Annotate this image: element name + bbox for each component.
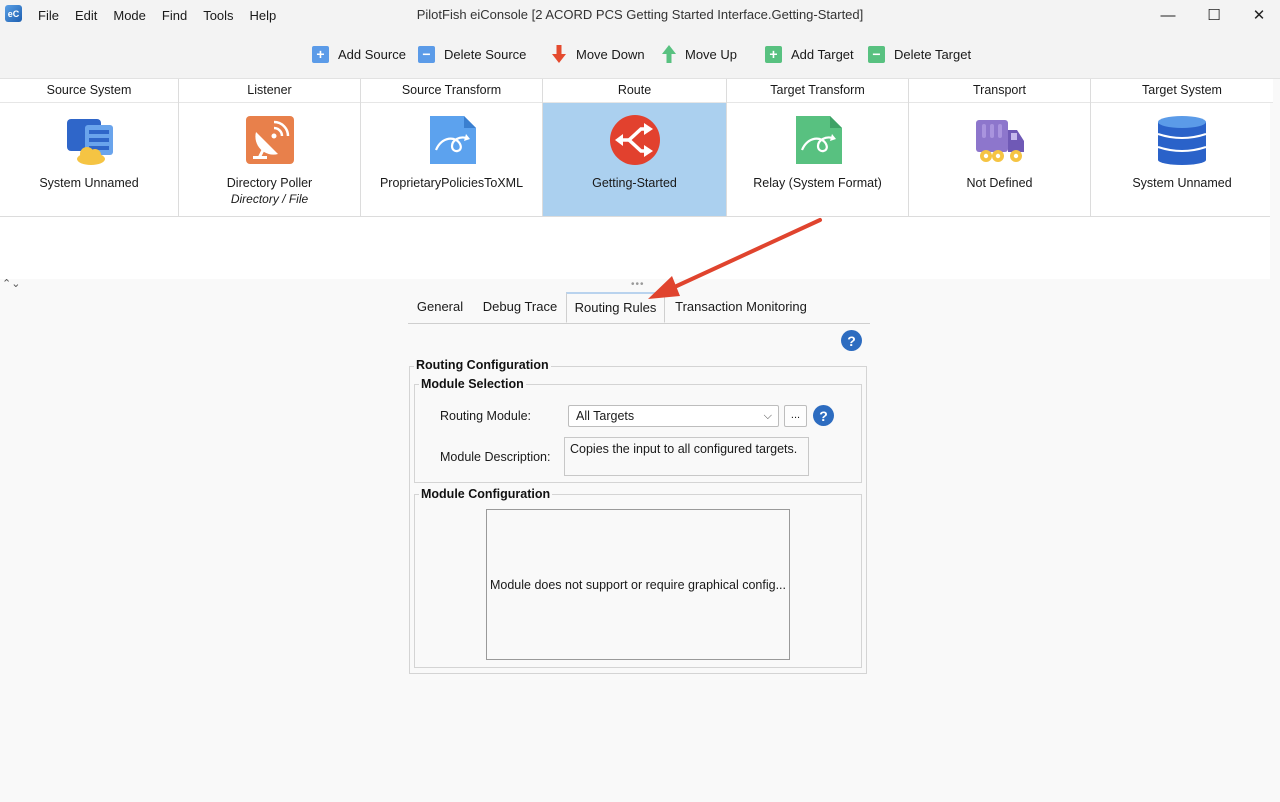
add-target-label: Add Target	[791, 46, 854, 62]
minus-icon: −	[868, 45, 885, 63]
stage-label: Not Defined	[966, 176, 1033, 190]
module-description-label: Module Description:	[440, 450, 551, 464]
database-icon	[1157, 116, 1207, 165]
close-button[interactable]: ✕	[1236, 0, 1280, 30]
stage-listener[interactable]: Listener Directory Poller Directory / Fi…	[179, 79, 361, 216]
collapse-expand-icon[interactable]: ⌃⌄	[2, 277, 20, 290]
routing-module-label: Routing Module:	[440, 409, 532, 423]
minimize-button[interactable]: —	[1145, 0, 1191, 30]
add-target-button[interactable]: + Add Target	[765, 44, 854, 64]
move-up-button[interactable]: Move Up	[662, 44, 737, 64]
menu-find[interactable]: Find	[154, 8, 195, 23]
stage-label: Getting-Started	[592, 176, 677, 190]
stage-header: Target System	[1091, 79, 1273, 103]
add-source-label: Add Source	[338, 46, 406, 62]
help-icon[interactable]: ?	[841, 330, 862, 351]
stage-source-transform[interactable]: Source Transform ProprietaryPoliciesToXM…	[361, 79, 543, 216]
pipeline-empty-area	[0, 217, 1270, 279]
menu-help[interactable]: Help	[242, 8, 285, 23]
menu-bar: File Edit Mode Find Tools Help	[30, 0, 284, 30]
source-system-icon	[67, 119, 113, 165]
module-selection-title: Module Selection	[419, 377, 526, 391]
stage-header: Route	[543, 79, 726, 103]
module-description-text: Copies the input to all configured targe…	[564, 437, 809, 476]
module-configuration-title: Module Configuration	[419, 487, 553, 501]
stage-target-system[interactable]: Target System System Unnamed	[1091, 79, 1273, 216]
stage-route[interactable]: Route Getting-Started	[543, 79, 727, 216]
stage-header: Source System	[0, 79, 178, 103]
stage-sublabel: Directory / File	[230, 192, 309, 206]
toolbar: + Add Source − Delete Source Move Down M…	[0, 30, 1280, 79]
app-logo-icon: eC	[5, 5, 22, 22]
stage-label: Relay (System Format)	[753, 176, 882, 190]
relay-document-icon	[795, 116, 842, 164]
menu-file[interactable]: File	[30, 8, 67, 23]
module-configuration-message: Module does not support or require graph…	[489, 577, 786, 592]
arrow-down-icon	[552, 44, 566, 63]
add-source-button[interactable]: + Add Source	[312, 44, 406, 64]
grip-dots-icon[interactable]: •••	[631, 279, 645, 290]
satellite-dish-icon	[245, 116, 294, 164]
arrow-up-icon	[662, 44, 676, 63]
stage-header: Target Transform	[727, 79, 908, 103]
move-down-label: Move Down	[576, 46, 645, 62]
routing-configuration-title: Routing Configuration	[414, 358, 551, 372]
delete-target-label: Delete Target	[894, 46, 972, 62]
route-shuffle-icon	[609, 115, 660, 165]
module-configuration-area: Module does not support or require graph…	[486, 509, 790, 660]
stage-label: System Unnamed	[1132, 176, 1232, 190]
tab-debug-trace[interactable]: Debug Trace	[474, 292, 566, 322]
title-bar: eC File Edit Mode Find Tools Help PilotF…	[0, 0, 1280, 30]
splitter[interactable]: ⌃⌄ •••	[0, 277, 1280, 290]
tab-general[interactable]: General	[408, 292, 472, 322]
delete-target-button[interactable]: − Delete Target	[868, 44, 971, 64]
stage-label: System Unnamed	[39, 176, 139, 190]
truck-icon	[975, 120, 1024, 162]
move-down-button[interactable]: Move Down	[552, 44, 645, 64]
stage-source-system[interactable]: Source System System Unnamed	[0, 79, 179, 216]
menu-tools[interactable]: Tools	[195, 8, 241, 23]
move-up-label: Move Up	[685, 46, 738, 62]
menu-mode[interactable]: Mode	[105, 8, 154, 23]
menu-edit[interactable]: Edit	[67, 8, 105, 23]
transform-document-icon	[429, 116, 476, 164]
delete-source-label: Delete Source	[444, 46, 527, 62]
plus-icon: +	[312, 45, 329, 63]
chevron-down-icon: ⌵	[763, 410, 772, 422]
stage-label: Directory Poller	[226, 176, 313, 190]
pipeline-stages: Source System System Unnamed Listener Di…	[0, 79, 1273, 217]
tab-routing-rules[interactable]: Routing Rules	[566, 292, 665, 323]
delete-source-button[interactable]: − Delete Source	[418, 44, 526, 64]
stage-label: ProprietaryPoliciesToXML	[379, 176, 524, 190]
stage-header: Source Transform	[361, 79, 542, 103]
stage-target-transform[interactable]: Target Transform Relay (System Format)	[727, 79, 909, 216]
tab-bar: General Debug Trace Routing Rules Transa…	[408, 292, 870, 324]
routing-module-value: All Targets	[576, 409, 635, 423]
minus-icon: −	[418, 45, 435, 63]
stage-header: Transport	[909, 79, 1090, 103]
maximize-button[interactable]: ☐	[1191, 0, 1237, 30]
tab-transaction-monitoring[interactable]: Transaction Monitoring	[666, 292, 816, 322]
plus-icon: +	[765, 45, 782, 63]
help-icon[interactable]: ?	[813, 405, 834, 426]
stage-transport[interactable]: Transport Not Defined	[909, 79, 1091, 216]
routing-module-select[interactable]: All Targets ⌵	[568, 405, 779, 427]
stage-header: Listener	[179, 79, 360, 103]
browse-button[interactable]: ...	[784, 405, 807, 427]
